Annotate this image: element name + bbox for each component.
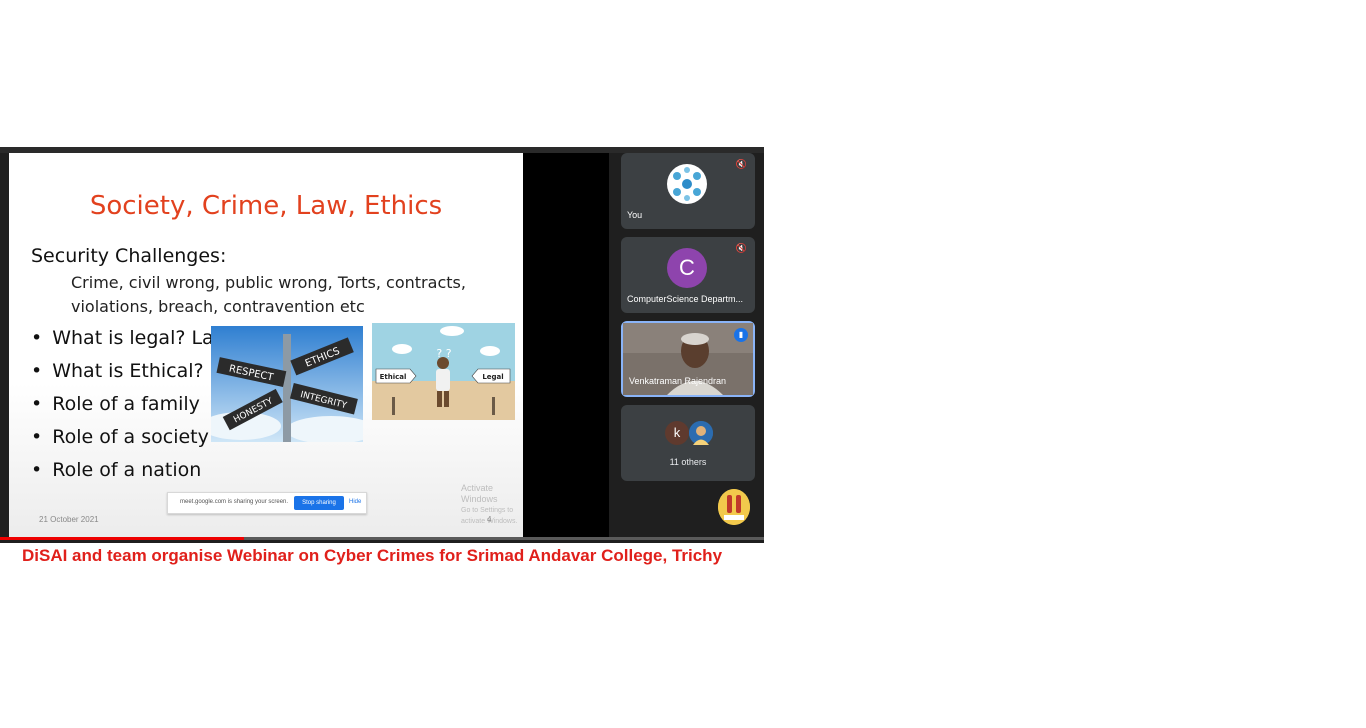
mic-off-icon: 🔇 <box>735 159 747 169</box>
avatar: k <box>665 421 689 445</box>
ethical-legal-cartoon: ? ? Ethical Legal <box>372 323 515 420</box>
presentation-slide: Society, Crime, Law, Ethics Security Cha… <box>9 153 523 537</box>
others-count: 11 others <box>669 457 707 467</box>
watermark-line: Activate Windows <box>461 483 498 504</box>
participant-name: You <box>627 210 643 220</box>
video-letterbox <box>523 153 609 537</box>
speaking-indicator-icon: ▮ <box>734 328 748 342</box>
slide-heading: Security Challenges: <box>31 245 227 267</box>
bullet-item: Role of a nation <box>31 454 263 487</box>
watermark-line: Go to Settings to activate Windows. <box>461 507 518 525</box>
participant-name: ComputerScience Departm... <box>627 294 744 304</box>
mic-off-icon: 🔇 <box>735 243 747 253</box>
video-caption: DiSAI and team organise Webinar on Cyber… <box>22 546 723 565</box>
participant-name: Venkatraman Rajendran <box>629 376 727 386</box>
slide-date: 21 October 2021 <box>39 515 99 524</box>
participant-tile-others[interactable]: k 11 others <box>621 405 755 481</box>
network-avatar-icon <box>668 165 706 203</box>
share-status-text: meet.google.com is sharing your screen. <box>180 499 289 505</box>
avatar-photo-icon <box>689 421 713 445</box>
sign-label: Legal <box>482 373 503 381</box>
video-progress-fill <box>0 537 245 540</box>
hide-button[interactable]: Hide <box>349 499 361 505</box>
college-logo <box>718 489 750 525</box>
avatar: C <box>667 248 707 288</box>
avatar <box>667 164 707 204</box>
activate-windows-watermark: Activate Windows Go to Settings to activ… <box>461 483 523 527</box>
participant-tile-computerscience[interactable]: C 🔇 ComputerScience Departm... <box>621 237 755 313</box>
sign-label: Ethical <box>380 373 407 381</box>
screen-share-bar: meet.google.com is sharing your screen. … <box>167 492 367 514</box>
slide-page-number: 4 <box>487 515 492 524</box>
signpost-image: RESPECT ETHICS INTEGRITY HONESTY <box>211 326 363 442</box>
video-progress-bar[interactable] <box>0 537 764 540</box>
video-player[interactable]: Society, Crime, Law, Ethics Security Cha… <box>0 147 764 543</box>
slide-title: Society, Crime, Law, Ethics <box>89 191 443 221</box>
participant-tile-you[interactable]: 🔇 You <box>621 153 755 229</box>
slide-subtext: Crime, civil wrong, public wrong, Torts,… <box>71 273 466 316</box>
participant-tile-speaker[interactable]: ▮ Venkatraman Rajendran <box>621 321 755 397</box>
stop-sharing-button[interactable]: Stop sharing <box>294 496 344 510</box>
